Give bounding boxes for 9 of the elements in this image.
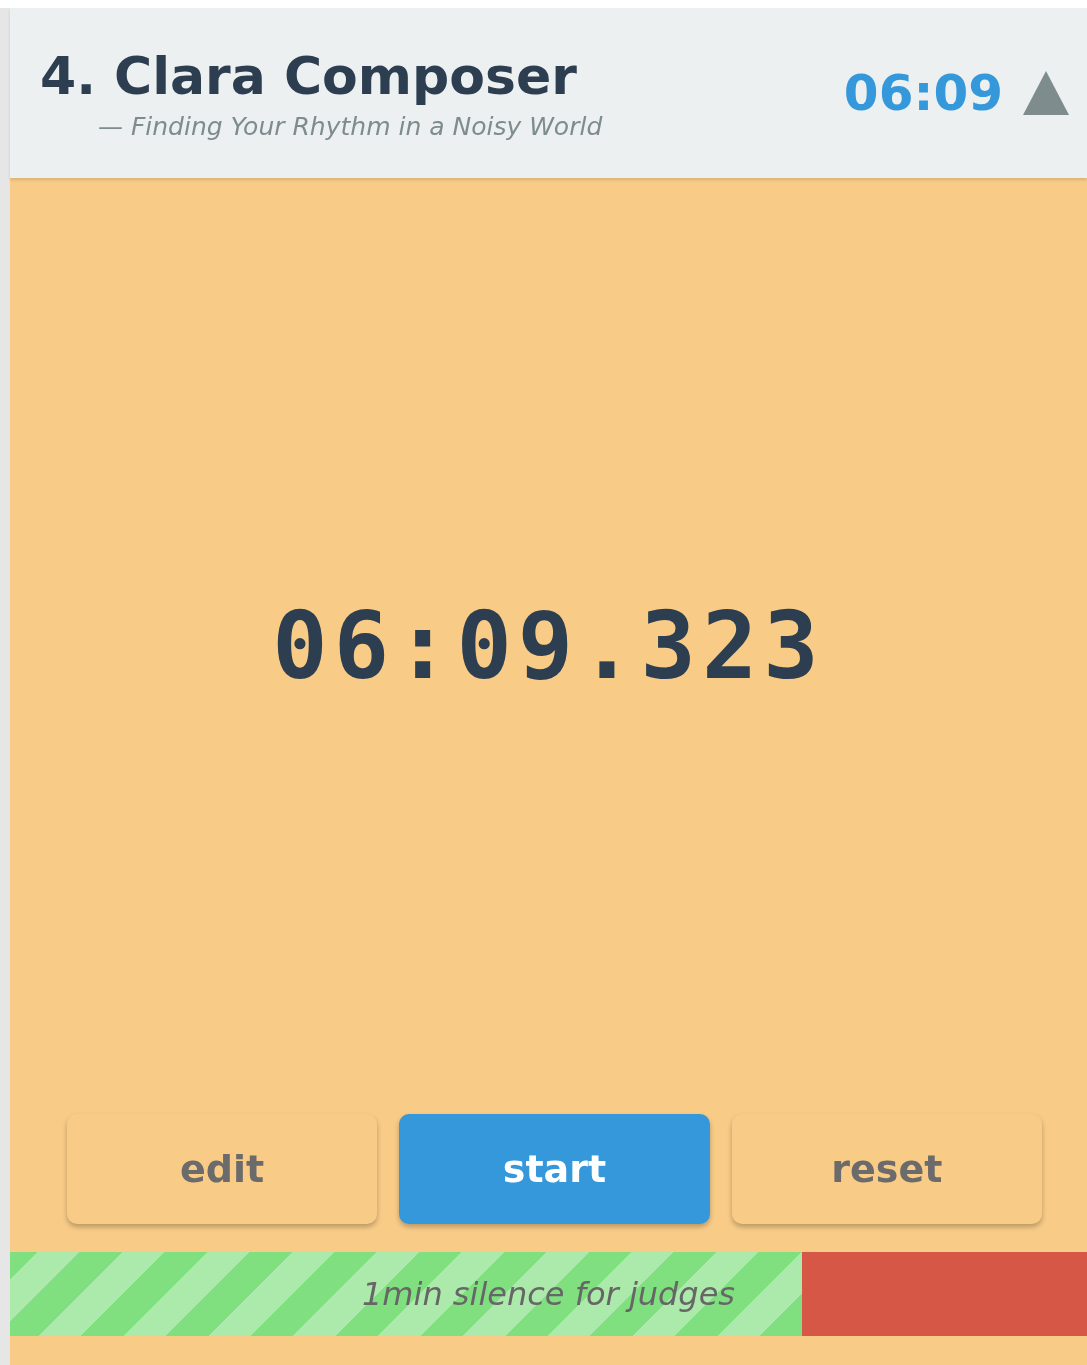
talk-title: 4. Clara Composer bbox=[40, 45, 578, 106]
progress-label: 1min silence for judges bbox=[361, 1275, 736, 1313]
action-button[interactable]: start bbox=[399, 1114, 710, 1224]
talk-subtitle: — Finding Your Rhythm in a Noisy World bbox=[97, 111, 603, 141]
collapse-triangle-icon[interactable] bbox=[1023, 71, 1069, 115]
action-button[interactable]: edit bbox=[67, 1114, 378, 1224]
timer-display: 06:09.323 bbox=[272, 592, 825, 700]
action-button[interactable]: reset bbox=[731, 1114, 1042, 1224]
time-label: 06:09 bbox=[843, 64, 1003, 122]
